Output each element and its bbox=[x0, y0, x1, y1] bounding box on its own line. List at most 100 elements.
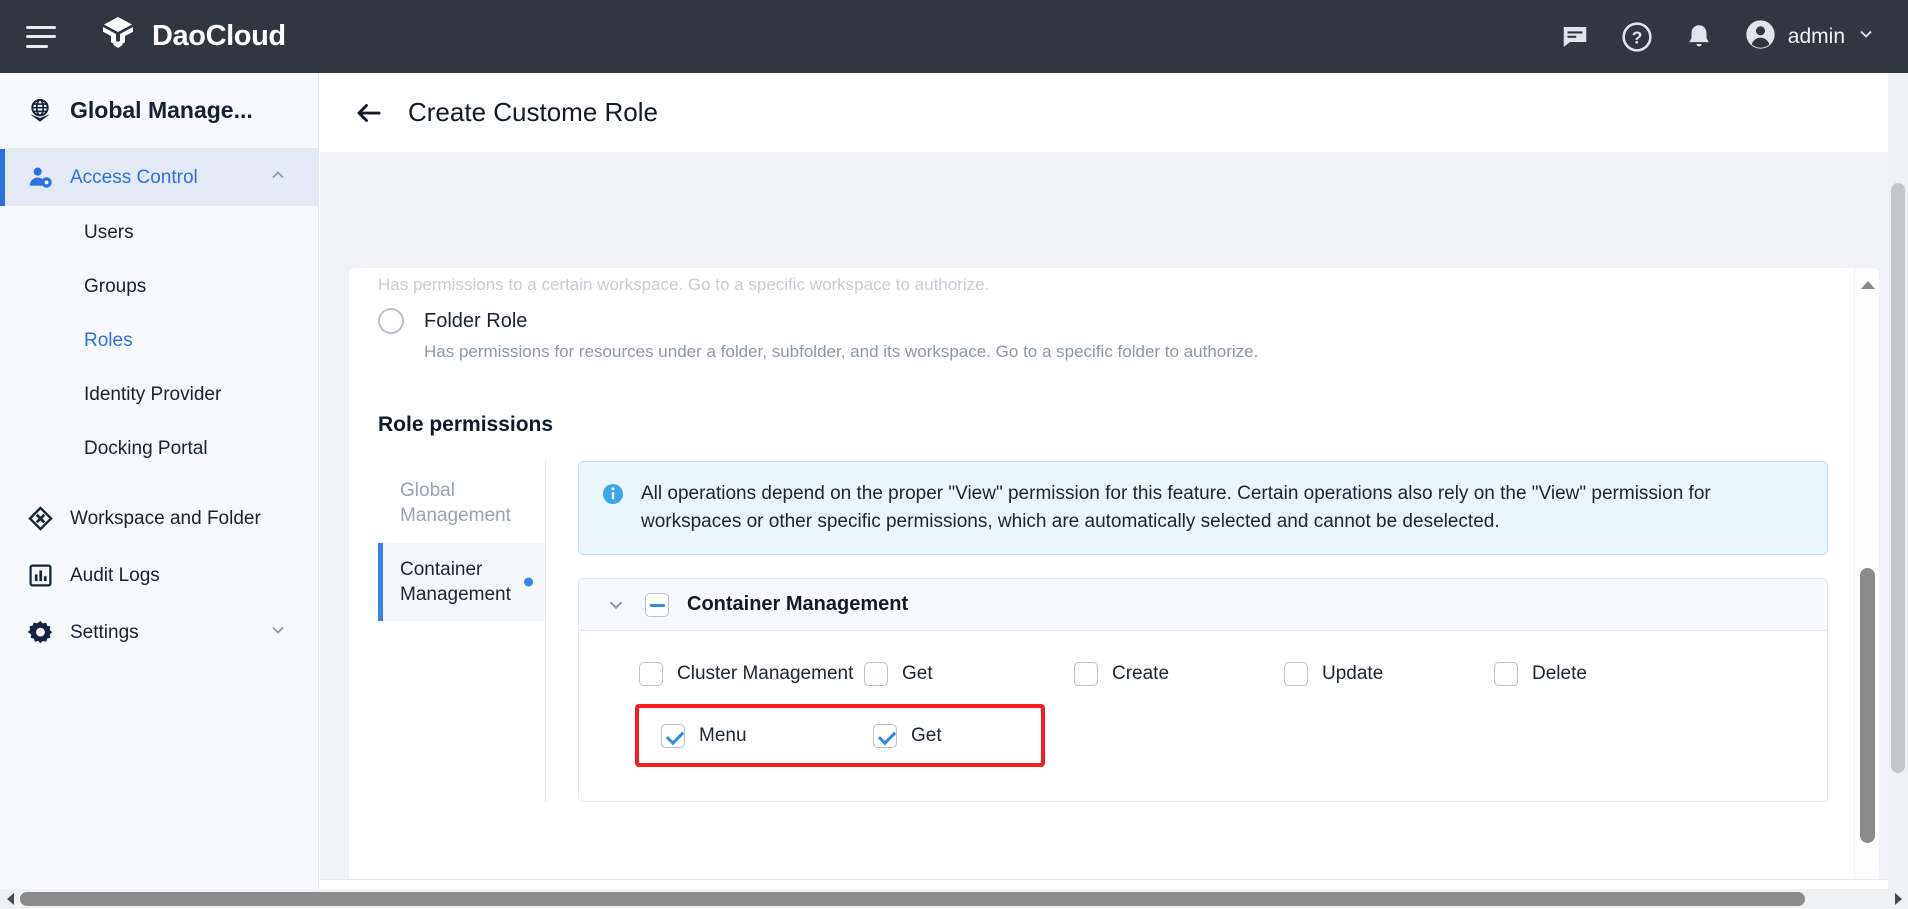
role-form-body: Has permissions to a certain workspace. … bbox=[349, 268, 1854, 909]
permissions-panel: Global Management Container Management bbox=[378, 459, 1828, 802]
tab-global-management[interactable]: Global Management bbox=[378, 464, 545, 543]
feedback-icon[interactable] bbox=[1544, 0, 1606, 73]
role-permissions-title: Role permissions bbox=[378, 413, 553, 437]
menu-get-checkbox[interactable] bbox=[873, 724, 897, 748]
sidebar-item-label: Access Control bbox=[70, 167, 198, 189]
cluster-management-checkbox[interactable] bbox=[639, 662, 663, 686]
main-content: Create Custome Role Has permissions to a… bbox=[320, 73, 1908, 909]
folder-role-option[interactable]: Folder Role Has permissions for resource… bbox=[378, 308, 1258, 362]
permission-cell-cluster-management[interactable]: Cluster Management bbox=[639, 662, 864, 686]
tab-label: Container Management bbox=[400, 559, 511, 605]
tab-modified-dot-icon bbox=[524, 577, 533, 586]
sidebar-item-users[interactable]: Users bbox=[0, 206, 318, 260]
daocloud-cube-icon bbox=[98, 14, 138, 59]
form-scroll-region: Has permissions to a certain workspace. … bbox=[320, 152, 1908, 879]
sidebar-item-label: Docking Portal bbox=[84, 438, 208, 460]
brand-logo: DaoCloud bbox=[98, 14, 286, 59]
sidebar-item-label: Groups bbox=[84, 276, 146, 298]
page-horizontal-scrollbar-thumb[interactable] bbox=[20, 892, 1805, 906]
sidebar-item-label: Identity Provider bbox=[84, 384, 221, 406]
gear-icon bbox=[26, 619, 54, 647]
page-title: Create Custome Role bbox=[408, 97, 658, 128]
permission-cell-get[interactable]: Get bbox=[864, 662, 1074, 686]
info-banner: All operations depend on the proper "Vie… bbox=[578, 461, 1828, 555]
page-vertical-scrollbar-thumb[interactable] bbox=[1891, 183, 1905, 773]
sidebar-divider-space bbox=[0, 476, 318, 490]
workspace-role-description-cutoff: Has permissions to a certain workspace. … bbox=[378, 275, 989, 295]
sidebar-item-label: Workspace and Folder bbox=[70, 508, 261, 530]
sidebar-header[interactable]: Global Manage... bbox=[0, 73, 318, 149]
card-scrollbar-thumb[interactable] bbox=[1860, 568, 1875, 843]
sidebar-item-label: Roles bbox=[84, 330, 133, 352]
page-vertical-scrollbar[interactable] bbox=[1888, 73, 1908, 909]
sidebar-item-roles[interactable]: Roles bbox=[0, 314, 318, 368]
sidebar-header-title: Global Manage... bbox=[70, 97, 253, 124]
tab-container-management[interactable]: Container Management bbox=[378, 543, 545, 622]
permission-tree-header[interactable]: Container Management bbox=[579, 579, 1827, 631]
permission-cell-menu-get[interactable]: Get bbox=[873, 724, 1023, 748]
sidebar-item-audit-logs[interactable]: Audit Logs bbox=[0, 547, 318, 604]
avatar bbox=[1744, 18, 1777, 56]
card-vertical-scrollbar[interactable] bbox=[1854, 268, 1879, 909]
page-horizontal-scrollbar[interactable] bbox=[0, 889, 1908, 909]
permission-tree: Container Management Cluster Management bbox=[578, 578, 1828, 802]
brand-name: DaoCloud bbox=[152, 20, 286, 53]
svg-text:?: ? bbox=[1632, 27, 1643, 47]
permission-label: Get bbox=[902, 663, 933, 685]
chevron-down-icon bbox=[1856, 24, 1876, 49]
permission-tree-rows: Cluster Management Get Create bbox=[579, 631, 1827, 801]
user-name-label: admin bbox=[1788, 25, 1845, 49]
folder-role-description: Has permissions for resources under a fo… bbox=[424, 342, 1258, 362]
menu-checkbox[interactable] bbox=[661, 724, 685, 748]
delete-checkbox[interactable] bbox=[1494, 662, 1518, 686]
arrow-left-icon[interactable] bbox=[354, 98, 384, 128]
role-form-card: Has permissions to a certain workspace. … bbox=[349, 268, 1879, 909]
user-gear-icon bbox=[26, 164, 54, 192]
page-horizontal-scrollbar-track[interactable] bbox=[20, 892, 1888, 906]
permission-cell-menu[interactable]: Menu bbox=[643, 724, 873, 748]
page-header: Create Custome Role bbox=[320, 73, 1908, 152]
sidebar-item-docking-portal[interactable]: Docking Portal bbox=[0, 422, 318, 476]
top-navigation-bar: DaoCloud ? bbox=[0, 0, 1908, 73]
update-checkbox[interactable] bbox=[1284, 662, 1308, 686]
create-checkbox[interactable] bbox=[1074, 662, 1098, 686]
sidebar-item-access-control[interactable]: Access Control bbox=[0, 149, 318, 206]
scroll-up-arrow-icon[interactable] bbox=[1855, 274, 1879, 296]
sidebar-item-label: Settings bbox=[70, 622, 139, 644]
sidebar-item-identity-provider[interactable]: Identity Provider bbox=[0, 368, 318, 422]
scroll-left-arrow-icon[interactable] bbox=[0, 889, 20, 909]
chart-icon bbox=[26, 562, 54, 590]
chevron-down-icon[interactable] bbox=[605, 594, 627, 616]
get-checkbox[interactable] bbox=[864, 662, 888, 686]
folder-role-radio[interactable] bbox=[378, 308, 404, 334]
table-row: Cluster Management Get Create bbox=[579, 651, 1827, 696]
sidebar: Global Manage... Access Control Users Gr… bbox=[0, 73, 319, 909]
permission-cell-update[interactable]: Update bbox=[1284, 662, 1494, 686]
permission-cell-create[interactable]: Create bbox=[1074, 662, 1284, 686]
info-banner-text: All operations depend on the proper "Vie… bbox=[641, 480, 1805, 536]
sidebar-item-settings[interactable]: Settings bbox=[0, 604, 318, 661]
info-icon bbox=[601, 482, 625, 511]
chevron-down-icon bbox=[268, 620, 288, 646]
sidebar-item-groups[interactable]: Groups bbox=[0, 260, 318, 314]
sidebar-item-workspace-and-folder[interactable]: Workspace and Folder bbox=[0, 490, 318, 547]
user-menu[interactable]: admin bbox=[1730, 18, 1886, 56]
help-icon[interactable]: ? bbox=[1606, 0, 1668, 73]
chevron-up-icon bbox=[268, 165, 288, 191]
container-management-root-checkbox[interactable] bbox=[645, 593, 669, 617]
tab-label: Global Management bbox=[400, 480, 511, 526]
top-bar-actions: ? admin bbox=[1544, 0, 1908, 73]
permission-tree-root-label: Container Management bbox=[687, 593, 908, 616]
permission-content: All operations depend on the proper "Vie… bbox=[546, 459, 1828, 802]
permission-label: Menu bbox=[699, 725, 747, 747]
permission-label: Update bbox=[1322, 663, 1383, 685]
folder-role-label: Folder Role bbox=[424, 310, 527, 333]
permission-cell-delete[interactable]: Delete bbox=[1494, 662, 1704, 686]
notification-icon[interactable] bbox=[1668, 0, 1730, 73]
scroll-right-arrow-icon[interactable] bbox=[1888, 889, 1908, 909]
permission-label: Cluster Management bbox=[677, 663, 853, 685]
permission-tabs: Global Management Container Management bbox=[378, 459, 546, 802]
hamburger-icon[interactable] bbox=[26, 26, 56, 48]
globe-icon bbox=[26, 97, 54, 125]
sidebar-item-label: Audit Logs bbox=[70, 565, 160, 587]
